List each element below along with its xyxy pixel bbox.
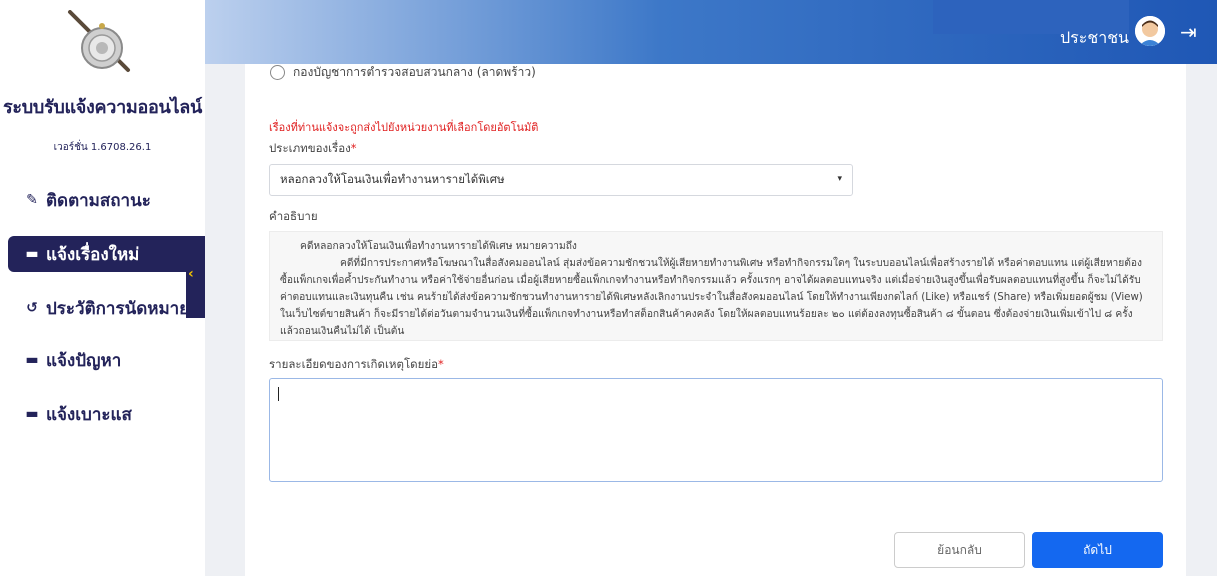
details-label-text: รายละเอียดของการเกิดเหตุโดยย่อ — [269, 357, 438, 371]
sidebar-item-label: ติดตามสถานะ — [46, 190, 151, 211]
back-button[interactable]: ย้อนกลับ — [894, 532, 1025, 568]
sidebar-item-label: แจ้งปัญหา — [46, 350, 122, 371]
incident-details-textarea[interactable] — [269, 378, 1163, 482]
sidebar-collapse-toggle[interactable]: ‹ — [186, 236, 205, 318]
user-role-label: ประชาชน — [1060, 28, 1129, 47]
sidebar-item-track-status[interactable]: ✎ ติดตามสถานะ — [8, 182, 198, 218]
description-title: คดีหลอกลวงให้โอนเงินเพื่อทำงานหารายได้พิ… — [300, 241, 577, 252]
sidebar: ระบบรับแจ้งความออนไลน์ เวอร์ชั่น 1.6708.… — [0, 0, 205, 576]
details-label: รายละเอียดของการเกิดเหตุโดยย่อ* — [269, 356, 444, 374]
category-select[interactable]: หลอกลวงให้โอนเงินเพื่อทำงานหารายได้พิเศษ… — [269, 164, 853, 196]
description-text: คดีที่มีการประกาศหรือโฆษณาในสื่อสังคมออน… — [280, 258, 1143, 337]
app-title: ระบบรับแจ้งความออนไลน์ — [3, 97, 202, 118]
sidebar-item-label: แจ้งเรื่องใหม่ — [46, 244, 140, 265]
required-mark: * — [438, 357, 444, 371]
history-icon: ↺ — [26, 300, 38, 316]
app-version: เวอร์ชั่น 1.6708.26.1 — [53, 142, 152, 153]
radio-option-label: กองบัญชาการตำรวจสอบสวนกลาง (ลาดพร้าว) — [293, 64, 536, 79]
category-label-text: ประเภทของเรื่อง — [269, 141, 351, 155]
sidebar-item-tip-off[interactable]: ▬ แจ้งเบาะแส — [8, 396, 198, 432]
main-form-panel: กองบัญชาการตำรวจสอบสวนกลาง (ลาดพร้าว) เร… — [245, 64, 1186, 576]
police-emblem-logo — [68, 10, 130, 72]
category-label: ประเภทของเรื่อง* — [269, 140, 357, 158]
required-mark: * — [350, 141, 357, 155]
sidebar-item-label: ประวัติการนัดหมาย — [46, 298, 190, 319]
category-selected-value: หลอกลวงให้โอนเงินเพื่อทำงานหารายได้พิเศษ — [280, 172, 505, 186]
folder-plus-icon: ▬ — [25, 406, 39, 422]
sidebar-item-new-report[interactable]: ▬ แจ้งเรื่องใหม่ — [8, 236, 198, 272]
agency-radio-option[interactable]: กองบัญชาการตำรวจสอบสวนกลาง (ลาดพร้าว) — [270, 64, 536, 80]
chevron-down-icon: ▾ — [837, 174, 842, 184]
folder-plus-icon: ▬ — [25, 246, 39, 262]
next-button[interactable]: ถัดไป — [1032, 532, 1163, 568]
top-header: ประชาชน ⇥ — [205, 0, 1217, 64]
logout-icon[interactable]: ⇥ — [1180, 20, 1197, 44]
edit-icon: ✎ — [26, 192, 38, 208]
chevron-left-icon: ‹ — [188, 266, 194, 282]
description-box: คดีหลอกลวงให้โอนเงินเพื่อทำงานหารายได้พิ… — [269, 231, 1163, 341]
folder-icon: ▬ — [25, 352, 39, 368]
sidebar-item-label: แจ้งเบาะแส — [46, 404, 132, 425]
text-cursor — [278, 387, 279, 401]
sidebar-item-appointment-history[interactable]: ↺ ประวัติการนัดหมาย — [8, 290, 198, 326]
auto-routing-notice: เรื่องที่ท่านแจ้งจะถูกส่งไปยังหน่วยงานที… — [269, 121, 539, 134]
avatar[interactable] — [1135, 16, 1165, 46]
sidebar-item-report-problem[interactable]: ▬ แจ้งปัญหา — [8, 342, 198, 378]
description-label: คำอธิบาย — [269, 209, 318, 223]
radio-button[interactable] — [270, 64, 285, 80]
